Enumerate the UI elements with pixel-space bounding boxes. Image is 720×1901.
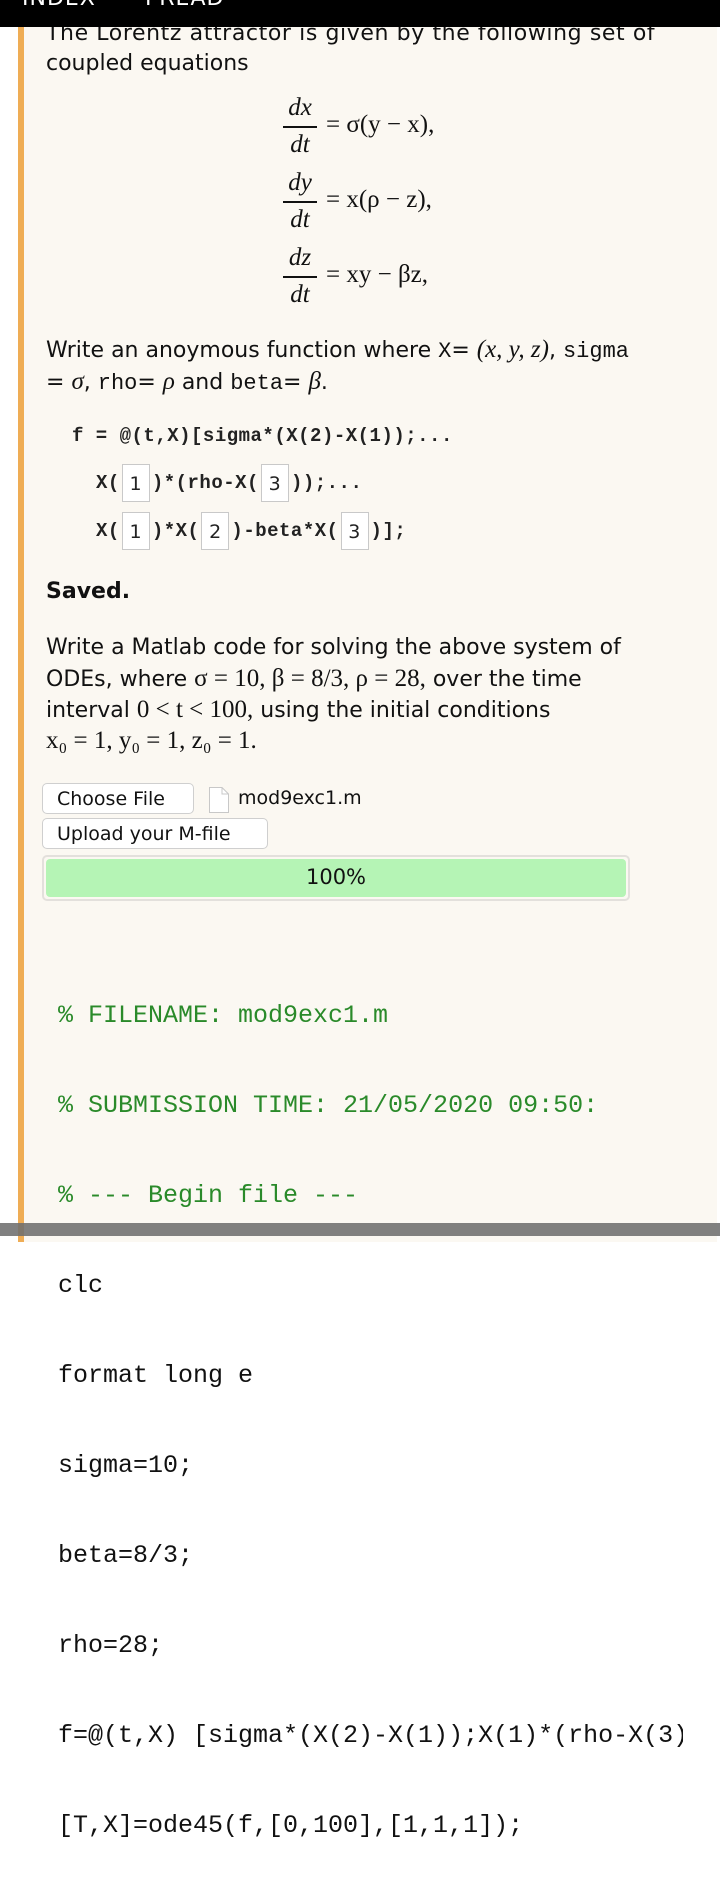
code-fragment: )-beta*X( — [231, 520, 339, 543]
q2-interval-math: 0 < t < 100, — [136, 696, 254, 723]
fraction-bar — [283, 201, 317, 203]
question-1-line-2: = σ, rho= ρ and beta= β. — [46, 367, 328, 399]
fraction-denominator: dt — [290, 206, 310, 233]
code-fragment: )]; — [370, 520, 407, 543]
source-comment-line: % --- Begin file --- — [58, 1181, 359, 1210]
progress-label: 100% — [305, 865, 367, 889]
code-fragment: X( — [96, 520, 120, 543]
q1-sigma-code: sigma — [562, 339, 629, 364]
q2-text: over the time — [425, 667, 582, 692]
q1-text: = — [137, 370, 163, 395]
q1-text: , — [83, 370, 98, 395]
derivative-fraction: dy dt — [282, 168, 318, 235]
q2-parameters-math: σ = 10, β = 8/3, ρ = 28, — [194, 665, 426, 692]
answer-blank-5[interactable]: 3 — [340, 512, 369, 550]
source-code-line: clc — [58, 1271, 104, 1300]
upload-mfile-button[interactable]: Upload your M-file — [42, 818, 268, 849]
q1-rho-symbol: ρ — [162, 368, 175, 395]
nav-link-index[interactable]: INDEX — [22, 0, 96, 11]
q1-text: , — [548, 338, 563, 363]
answer-blank-2[interactable]: 3 — [260, 464, 289, 502]
code-template-line-2: X(1)*(rho-X(3));... — [96, 464, 362, 502]
fraction-numerator: dx — [288, 94, 312, 121]
source-code-line: f=@(t,X) [sigma*(X(2)-X(1));X(1)*(rho-X(… — [58, 1721, 683, 1750]
upload-progress-bar: 100% — [42, 855, 630, 901]
question-2-line-1: Write a Matlab code for solving the abov… — [46, 635, 621, 660]
q1-x-code: X — [438, 339, 452, 364]
horizontal-scrollbar[interactable] — [0, 1223, 720, 1236]
q2-initial-conditions-math: x₀ = 1, y₀ = 1, z₀ = 1. — [46, 727, 257, 754]
question-2-line-4: x₀ = 1, y₀ = 1, z₀ = 1. — [46, 726, 257, 757]
q1-text: and — [174, 370, 231, 395]
answer-blank-3[interactable]: 1 — [121, 512, 150, 550]
q1-text: = — [451, 338, 477, 363]
code-fragment: )*X( — [151, 520, 200, 543]
fraction-numerator: dy — [288, 169, 312, 196]
q1-tuple-math: (x, y, z) — [476, 336, 549, 363]
choose-file-button[interactable]: Choose File — [42, 783, 194, 814]
source-code-line: rho=28; — [58, 1631, 164, 1660]
submitted-source-code: % FILENAME: mod9exc1.m % SUBMISSION TIME… — [58, 941, 683, 1901]
code-fragment: X( — [96, 472, 120, 495]
equation-rhs: = xy − βz, — [326, 261, 429, 288]
fraction-denominator: dt — [290, 281, 310, 308]
nav-link-pread[interactable]: PREAD — [145, 0, 224, 11]
q1-text: = — [46, 370, 72, 395]
code-fragment: )*(rho-X( — [151, 472, 259, 495]
source-comment-line: % SUBMISSION TIME: 21/05/2020 09:50: — [58, 1091, 599, 1120]
q1-sigma-symbol: σ — [71, 368, 84, 395]
q2-text: interval — [46, 698, 137, 723]
answer-blank-1[interactable]: 1 — [121, 464, 150, 502]
intro-text-line-2: coupled equations — [46, 51, 249, 76]
q1-beta-symbol: β — [308, 368, 321, 395]
q1-rho-code: rho — [97, 371, 138, 396]
question-1-line-1: Write an anoymous function where X= (x, … — [46, 335, 629, 367]
question-2-line-2: ODEs, where σ = 10, β = 8/3, ρ = 28, ove… — [46, 664, 582, 695]
question-panel: The Lorentz attractor is given by the fo… — [18, 21, 717, 1840]
q1-beta-code: beta — [230, 371, 284, 396]
source-code-line: format long e — [58, 1361, 254, 1390]
top-navigation-bar: INDEX PREAD — [0, 0, 720, 27]
q1-text: = — [283, 370, 309, 395]
equation-rhs: = x(ρ − z), — [326, 186, 432, 213]
question-2-line-3: interval 0 < t < 100, using the initial … — [46, 695, 550, 726]
fraction-bar — [283, 276, 317, 278]
code-template-line-3: X(1)*X(2)-beta*X(3)]; — [96, 512, 406, 550]
file-icon — [209, 787, 229, 813]
equation-rhs: = σ(y − x), — [326, 111, 435, 138]
selected-file-name: mod9exc1.m — [238, 787, 362, 809]
source-code-line: beta=8/3; — [58, 1541, 194, 1570]
derivative-fraction: dx dt — [282, 93, 318, 160]
fraction-bar — [283, 126, 317, 128]
fraction-denominator: dt — [290, 131, 310, 158]
q2-text: ODEs, where — [46, 667, 195, 692]
code-fragment: ));... — [290, 472, 363, 495]
q2-text: using the initial conditions — [253, 698, 551, 723]
fraction-numerator: dz — [288, 244, 312, 271]
q1-text: . — [320, 370, 328, 395]
code-template-line-1: f = @(t,X)[sigma*(X(2)-X(1));... — [72, 425, 453, 447]
source-comment-line: % FILENAME: mod9exc1.m — [58, 1001, 389, 1030]
source-code-line: sigma=10; — [58, 1451, 194, 1480]
derivative-fraction: dz dt — [282, 243, 318, 310]
q1-text: Write an anoymous function where — [46, 338, 439, 363]
saved-status: Saved. — [46, 579, 131, 604]
source-code-line: [T,X]=ode45(f,[0,100],[1,1,1]); — [58, 1811, 524, 1840]
answer-blank-4[interactable]: 2 — [201, 512, 230, 550]
progress-fill: 100% — [46, 859, 626, 897]
